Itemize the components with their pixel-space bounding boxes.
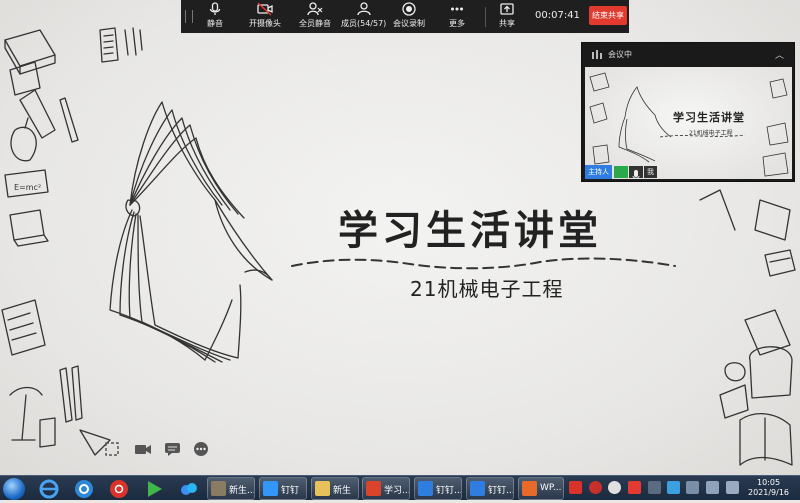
camera-off-icon (257, 2, 273, 16)
volume-icon[interactable] (726, 481, 739, 494)
task-folder-newstudent[interactable]: 新生 (311, 477, 359, 500)
network-icon[interactable] (686, 481, 699, 494)
keyboard-icon[interactable] (648, 481, 661, 494)
end-share-button[interactable]: 结束共享 (589, 6, 627, 25)
record-label: 会议录制 (393, 19, 425, 28)
wps-icon (522, 481, 537, 496)
wps-tray-icon[interactable] (589, 481, 602, 494)
start-button-icon[interactable] (3, 478, 25, 500)
mute-all-icon (307, 2, 323, 16)
mic-status-icon (629, 166, 643, 179)
microphone-icon (209, 2, 221, 15)
more-button[interactable]: 更多 (449, 2, 465, 29)
members-label: 成员(54/57) (341, 19, 387, 28)
windows-taskbar: 新生... 钉钉 新生 学习... 钉钉... 钉钉... WP... 10:0… (0, 475, 800, 500)
members-button[interactable]: 成员(54/57) (341, 2, 386, 29)
camera-status-icon (614, 166, 628, 178)
books-doodle (4, 27, 143, 96)
task-dingtalk-1[interactable]: 钉钉 (259, 477, 307, 500)
security-icon[interactable] (628, 481, 641, 494)
desk-doodle (1, 299, 111, 456)
camera-label: 开摄像头 (249, 19, 281, 28)
sogou-input-icon[interactable] (569, 481, 582, 494)
media-player-icon[interactable] (143, 478, 165, 499)
drag-handle[interactable] (185, 10, 193, 23)
mute-button[interactable]: 静音 (207, 2, 223, 29)
more-label: 更多 (449, 19, 465, 28)
display-icon[interactable] (706, 481, 719, 494)
more-options-icon[interactable] (193, 441, 209, 461)
share-icon (500, 3, 514, 15)
meeting-status: 会议中 (608, 50, 632, 59)
wps-presentation-icon (366, 481, 381, 496)
share-button[interactable]: 共享 (499, 2, 515, 29)
meeting-toolbar: 静音 开摄像头 全员静音 成员(54/57) 会议录制 更多 共享 00:07:… (181, 0, 629, 33)
task-dingtalk-3[interactable]: 钉钉... (466, 477, 514, 500)
task-label: 钉钉... (436, 486, 462, 496)
collapse-chevron-icon[interactable]: ︿ (775, 48, 784, 61)
chat-icon[interactable] (164, 441, 181, 461)
pencils-doodle (4, 89, 79, 247)
emc2-doodle: E=mc² (14, 183, 41, 192)
share-label: 共享 (499, 19, 515, 28)
more-icon (451, 7, 463, 11)
netease-music-icon[interactable] (108, 478, 130, 499)
mini-participant-bar: 主持人 我 (585, 165, 657, 179)
task-label: 新生 (333, 486, 352, 496)
mini-slide-subtitle: 21机械电子工程 (689, 130, 733, 137)
task-label: 学习... (384, 486, 410, 496)
mute-label: 静音 (207, 19, 223, 28)
system-clock[interactable]: 10:05 2021/9/16 (748, 478, 789, 498)
baidu-netdisk-icon[interactable] (178, 478, 200, 499)
host-badge: 主持人 (585, 165, 612, 179)
record-icon (402, 2, 416, 16)
mini-panel-header: 会议中 ︿ (582, 43, 794, 65)
slide-title: 学习生活讲堂 (338, 207, 602, 254)
meeting-mini-panel[interactable]: 会议中 ︿ 学习生活讲堂 21机械电子工程 主持人 我 (581, 42, 795, 182)
camera-button[interactable]: 开摄像头 (249, 2, 281, 29)
sogou-browser-icon[interactable] (73, 478, 95, 499)
open-book-drawing (109, 101, 273, 363)
video-meeting-icon (418, 481, 433, 496)
mini-video-preview: 学习生活讲堂 21机械电子工程 (585, 67, 792, 179)
slide-subtitle: 21机械电子工程 (410, 277, 564, 301)
task-dingtalk-2[interactable]: 钉钉... (414, 477, 462, 500)
me-label: 我 (644, 166, 657, 178)
folder-icon (315, 481, 330, 496)
task-newstudent-1[interactable]: 新生... (207, 477, 255, 500)
ie-browser-icon[interactable] (38, 478, 60, 499)
task-study-ppt[interactable]: 学习... (362, 477, 410, 500)
task-label: 钉钉... (488, 486, 514, 496)
screenshot-icon[interactable] (104, 441, 120, 461)
record-button[interactable]: 会议录制 (393, 2, 425, 29)
mini-slide-title: 学习生活讲堂 (673, 111, 745, 124)
mute-all-button[interactable]: 全员静音 (299, 2, 331, 29)
dingtalk-icon (263, 481, 278, 496)
task-wps[interactable]: WP... (518, 477, 564, 500)
members-icon (356, 2, 371, 16)
signal-bars-icon (592, 50, 602, 59)
mute-all-label: 全员静音 (299, 19, 331, 28)
photo-thumbnail-icon (211, 481, 226, 496)
toolbar-divider (485, 7, 486, 27)
task-label: WP... (540, 483, 562, 493)
task-label: 钉钉 (281, 486, 300, 496)
shield-icon[interactable] (667, 481, 680, 494)
task-label: 新生... (229, 486, 255, 496)
video-meeting-icon (470, 481, 485, 496)
meeting-timer: 00:07:41 (535, 10, 580, 21)
help-icon[interactable] (608, 481, 621, 494)
clock-date: 2021/9/16 (748, 488, 790, 497)
video-icon[interactable] (134, 441, 152, 461)
clock-time: 10:05 (756, 478, 781, 487)
right-doodles (699, 189, 796, 466)
